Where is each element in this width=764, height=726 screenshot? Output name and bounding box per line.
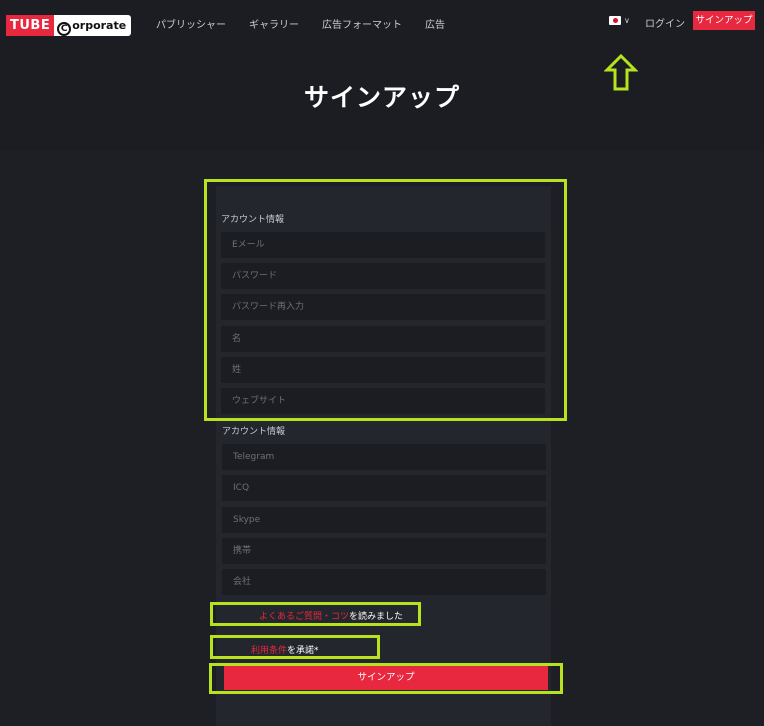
faq-confirmation[interactable]: よくあるご質問・コツを読みました [259,609,403,622]
logo-corporate-word: orporate [72,19,127,32]
nav-publisher[interactable]: パブリッシャー [156,16,226,31]
tube-corporate-logo[interactable]: TUBE Corporate [6,15,132,36]
japan-flag-icon [609,16,621,25]
terms-suffix: を承諾* [287,646,319,656]
nav-gallery[interactable]: ギャラリー [249,16,299,31]
page-title: サインアップ [303,83,460,112]
language-selector[interactable]: ∨ [609,16,630,25]
faq-suffix: を読みました [349,612,404,622]
password-confirm-input[interactable] [221,294,545,320]
company-input[interactable] [222,569,546,595]
faq-link[interactable]: よくあるご質問・コツ [259,612,349,622]
icq-input[interactable] [222,475,546,501]
skype-input[interactable] [222,507,546,533]
main-nav: パブリッシャー ギャラリー 広告フォーマット 広告 [156,16,468,31]
signup-submit-button[interactable]: サインアップ [224,666,548,690]
nav-ad-formats[interactable]: 広告フォーマット [322,16,402,31]
email-input[interactable] [221,232,545,258]
chevron-down-icon: ∨ [624,16,630,25]
password-input[interactable] [221,263,545,289]
login-link[interactable]: ログイン [645,15,685,30]
account-info-label: アカウント情報 [221,215,285,225]
logo-tube-text: TUBE [6,15,55,36]
first-name-input[interactable] [221,326,545,352]
last-name-input[interactable] [221,357,545,383]
terms-confirmation[interactable]: 利用条件を承諾* [251,643,319,656]
logo-c-badge: C [57,22,72,36]
terms-link[interactable]: 利用条件 [251,646,287,656]
logo-corporate-text: Corporate [54,15,132,36]
contact-info-label: アカウント情報 [222,427,286,437]
nav-ads[interactable]: 広告 [425,16,445,31]
top-navigation-bar: TUBE Corporate パブリッシャー ギャラリー 広告フォーマット 広告… [0,0,764,46]
header-signup-button[interactable]: サインアップ [693,11,755,30]
mobile-input[interactable] [222,538,546,564]
telegram-input[interactable] [222,444,546,470]
website-input[interactable] [221,388,545,414]
up-arrow-annotation-icon [604,54,638,91]
